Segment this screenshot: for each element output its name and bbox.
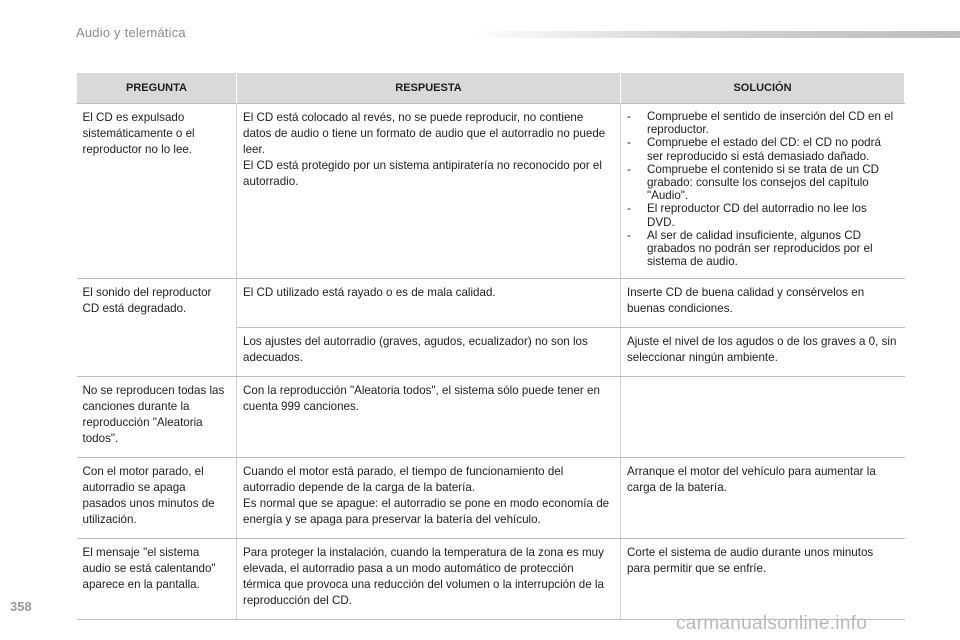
answer-paragraph: Es normal que se apague: el autorradio s…: [243, 497, 610, 527]
table-row: El sonido del reproductor CD está degrad…: [76, 278, 905, 378]
answer-cell: Cuando el motor está parado, el tiempo d…: [236, 457, 621, 540]
question-cell: El CD es expulsado sistemáticamente o el…: [76, 103, 237, 280]
solution-list-item: Compruebe el contenido si se trata de un…: [627, 163, 897, 203]
solution-cell: [620, 376, 905, 459]
answer-cell: Los ajustes del autorradio (graves, agud…: [236, 327, 621, 378]
solution-list-item: El reproductor CD del autorradio no lee …: [627, 202, 897, 228]
question-cell: El sonido del reproductor CD está degrad…: [76, 278, 237, 378]
solution-list: Compruebe el sentido de inserción del CD…: [627, 110, 897, 268]
question-cell: El mensaje "el sistema audio se está cal…: [76, 538, 237, 621]
table-row: No se reproducen todas las canciones dur…: [76, 376, 905, 459]
faq-table: PREGUNTA RESPUESTA SOLUCIÓN El CD es exp…: [76, 72, 905, 621]
page-number: 358: [10, 599, 32, 614]
answer-paragraph: Cuando el motor está parado, el tiempo d…: [243, 465, 564, 495]
solution-list-item: Compruebe el sentido de inserción del CD…: [627, 110, 897, 136]
column-header-solution: SOLUCIÓN: [620, 72, 905, 104]
answer-paragraph: El CD está colocado al revés, no se pued…: [243, 111, 606, 156]
answer-cell: El CD utilizado está rayado o es de mala…: [236, 278, 621, 329]
answer-cell: Para proteger la instalación, cuando la …: [236, 538, 621, 621]
section-title: Audio y telemática: [76, 25, 186, 40]
column-header-answer: RESPUESTA: [236, 72, 621, 104]
table-row: Con el motor parado, el autorradio se ap…: [76, 457, 905, 540]
solution-list-item: Al ser de calidad insuficiente, algunos …: [627, 229, 897, 269]
question-cell: No se reproducen todas las canciones dur…: [76, 376, 237, 459]
solution-cell: Inserte CD de buena calidad y consérvelo…: [620, 278, 905, 329]
answer-cell: El CD está colocado al revés, no se pued…: [236, 103, 621, 280]
answer-cell: Con la reproducción "Aleatoria todos", e…: [236, 376, 621, 459]
question-cell: Con el motor parado, el autorradio se ap…: [76, 457, 237, 540]
watermark: carmanualsonline.info: [676, 613, 868, 634]
solution-cell: Compruebe el sentido de inserción del CD…: [620, 103, 905, 280]
table-header-row: PREGUNTA RESPUESTA SOLUCIÓN: [76, 72, 905, 104]
solution-cell: Corte el sistema de audio durante unos m…: [620, 538, 905, 621]
table-row: El mensaje "el sistema audio se está cal…: [76, 538, 905, 621]
header-rule: [470, 31, 960, 38]
solution-cell: Ajuste el nivel de los agudos o de los g…: [620, 327, 905, 378]
answer-paragraph: El CD está protegido por un sistema anti…: [243, 159, 602, 188]
table-row: El CD es expulsado sistemáticamente o el…: [76, 103, 905, 280]
solution-cell: Arranque el motor del vehículo para aume…: [620, 457, 905, 540]
column-header-question: PREGUNTA: [76, 72, 237, 104]
solution-list-item: Compruebe el estado del CD: el CD no pod…: [627, 136, 897, 162]
